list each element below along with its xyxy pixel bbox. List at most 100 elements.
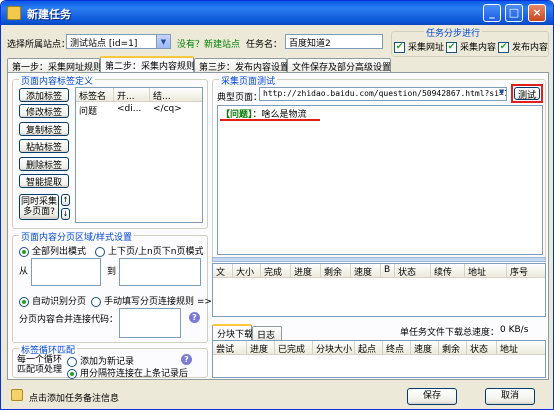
move-down-icon[interactable]: ↓ <box>61 208 70 220</box>
title-bar[interactable]: 新建任务 _ □ × <box>1 1 553 25</box>
splitter-handle[interactable] <box>212 257 546 262</box>
column-header[interactable]: 状态 <box>467 341 497 355</box>
column-header[interactable]: 起点 <box>355 341 383 355</box>
test-button[interactable]: 测试 <box>514 87 540 101</box>
column-header[interactable]: 进度 <box>247 341 275 355</box>
radio-manual-fill[interactable]: 手动填写分页连接规则 => <box>91 294 212 307</box>
delete-tag-button[interactable]: 删除标签 <box>19 157 69 171</box>
url-input[interactable]: http://zhidao.baidu.com/question/5094286… <box>259 87 507 101</box>
column-header[interactable]: 速度 <box>351 264 381 278</box>
task-name-input[interactable]: 百度知道2 <box>285 34 383 49</box>
move-up-icon[interactable]: ↑ <box>61 194 70 206</box>
help-icon[interactable]: ? <box>181 354 192 365</box>
merge-code-label: 分页内容合并连接代码： <box>19 315 119 325</box>
column-header[interactable]: 续传 <box>431 264 465 278</box>
column-header[interactable]: 地址 <box>497 341 545 355</box>
file-table[interactable]: 文 大小 完成 进度 剩余 速度 B 状态 续传 地址 序号 <box>212 263 546 317</box>
column-header[interactable]: 序号 <box>507 264 545 278</box>
column-header[interactable]: 地址 <box>465 264 507 278</box>
radio-selected-icon[interactable] <box>19 246 29 257</box>
close-button[interactable]: × <box>528 4 546 22</box>
tag-table[interactable]: 标签名 开... 结... 问题 <di... </cq> <box>75 87 203 223</box>
radio-icon[interactable] <box>91 296 101 307</box>
add-note-link[interactable]: 点击添加任务备注信息 <box>29 391 119 404</box>
step-checkbox-publish[interactable]: ✔ 发布内容 <box>498 40 548 53</box>
radio-mode-prevnext[interactable]: 上下页/上n页下n页模式 <box>95 244 203 257</box>
column-header[interactable]: 标签名 <box>76 88 114 102</box>
radio-selected-icon[interactable] <box>19 296 29 307</box>
step-checkbox-content[interactable]: ✔ 采集内容 <box>446 40 496 53</box>
to-textarea[interactable] <box>119 258 201 286</box>
tab-panel: 页面内容标签定义 添加标签 修改标签 复制标签 粘帖标签 删除标签 智能提取 同… <box>7 72 549 380</box>
help-icon[interactable]: ? <box>189 312 200 323</box>
checkbox-check-icon[interactable]: ✔ <box>498 42 509 53</box>
chevron-down-icon[interactable]: ▼ <box>499 88 504 96</box>
table-cell[interactable]: </cq> <box>150 104 202 116</box>
column-header[interactable]: 分块大小 <box>313 341 355 355</box>
test-result-area[interactable]: 【问题】：啥么是物流 <box>217 105 543 255</box>
multi-page-button[interactable]: 同时采集多页面? <box>19 194 59 220</box>
task-name-label: 任务名： <box>246 40 283 50</box>
tab-step-1[interactable]: 第一步：采集网址规则 <box>7 58 102 73</box>
paste-tag-button[interactable]: 粘帖标签 <box>19 139 69 153</box>
radio-separator[interactable]: 用分隔符连接在上条记录后 <box>67 366 188 379</box>
steps-group: 任务分步进行 ✔ 采集网址 ✔ 采集内容 ✔ 发布内容 <box>391 26 549 57</box>
column-header[interactable]: 进度 <box>291 264 321 278</box>
site-select[interactable]: 测试站点 [id=1] ▼ <box>66 34 171 49</box>
result-underline <box>220 119 320 121</box>
merge-code-input[interactable] <box>119 308 181 338</box>
maximize-button[interactable]: □ <box>505 4 523 22</box>
tab-advanced[interactable]: 文件保存及部分高级设置 <box>287 58 391 73</box>
column-header[interactable]: 文 <box>213 264 233 278</box>
radio-auto-detect[interactable]: 自动识别分页 <box>19 294 86 307</box>
note-icon[interactable] <box>11 389 23 401</box>
cancel-button[interactable]: 取消 <box>485 388 535 405</box>
table-cell[interactable]: 问题 <box>76 104 114 116</box>
radio-mode-all[interactable]: 全部列出模式 <box>19 244 86 257</box>
column-header[interactable]: 剩余 <box>321 264 351 278</box>
loop-group: 标签循环匹配 每一个循环匹配项处理 添加为新记录 用分隔符连接在上条记录后 ? <box>12 343 208 379</box>
tab-step-3[interactable]: 第三步：发布内容设置 <box>194 58 289 73</box>
column-header[interactable]: 完成 <box>261 264 291 278</box>
table-cell[interactable]: <di... <box>114 104 150 116</box>
column-header[interactable]: 结... <box>150 88 202 102</box>
test-group: 采集页面测试 典型页面： http://zhidao.baidu.com/que… <box>212 74 546 259</box>
from-textarea[interactable] <box>31 258 101 286</box>
test-group-title: 采集页面测试 <box>219 74 278 87</box>
new-site-link[interactable]: 没有？新建站点 <box>177 37 240 50</box>
checkbox-check-icon[interactable]: ✔ <box>446 42 457 53</box>
column-header[interactable]: 状态 <box>395 264 431 278</box>
tab-block-download[interactable]: 分块下载 <box>212 324 253 340</box>
column-header[interactable]: 速度 <box>411 341 439 355</box>
column-header[interactable]: 大小 <box>233 264 261 278</box>
speed-value: 0 KB/s <box>500 325 529 335</box>
radio-icon[interactable] <box>67 356 77 367</box>
step-tabs: 第一步：采集网址规则 第二步：采集内容规则 第三步：发布内容设置 文件保存及部分… <box>7 56 547 73</box>
chevron-down-icon[interactable]: ▼ <box>156 35 170 48</box>
smart-extract-button[interactable]: 智能提取 <box>19 174 69 188</box>
step-checkbox-urls[interactable]: ✔ 采集网址 <box>394 40 444 53</box>
column-header[interactable]: 已完成 <box>275 341 313 355</box>
app-icon <box>7 6 21 20</box>
column-header[interactable]: B <box>381 264 395 278</box>
tab-step-2[interactable]: 第二步：采集内容规则 <box>100 56 195 72</box>
column-header[interactable]: 开... <box>114 88 150 102</box>
speed-label: 单任务文件下载总速度： <box>400 328 500 338</box>
radio-selected-icon[interactable] <box>67 368 77 379</box>
tag-group-title: 页面内容标签定义 <box>19 74 96 87</box>
column-header[interactable]: 尝试 <box>213 341 247 355</box>
checkbox-check-icon[interactable]: ✔ <box>394 42 405 53</box>
column-header[interactable]: 剩余 <box>439 341 467 355</box>
block-table[interactable]: 尝试 进度 已完成 分块大小 起点 终点 速度 剩余 状态 地址 <box>212 340 546 378</box>
window-title: 新建任务 <box>27 8 71 21</box>
column-header[interactable]: 终点 <box>383 341 411 355</box>
paging-group-title: 页面内容分页区域/样式设置 <box>19 230 135 243</box>
copy-tag-button[interactable]: 复制标签 <box>19 122 69 136</box>
paging-group: 页面内容分页区域/样式设置 全部列出模式 上下页/上n页下n页模式 从 到 自动… <box>12 230 212 343</box>
minimize-button[interactable]: _ <box>483 4 501 22</box>
radio-icon[interactable] <box>95 246 105 257</box>
save-button[interactable]: 保存 <box>407 388 457 405</box>
add-tag-button[interactable]: 添加标签 <box>19 88 69 102</box>
edit-tag-button[interactable]: 修改标签 <box>19 104 69 118</box>
tab-log[interactable]: 日志 <box>252 326 282 341</box>
